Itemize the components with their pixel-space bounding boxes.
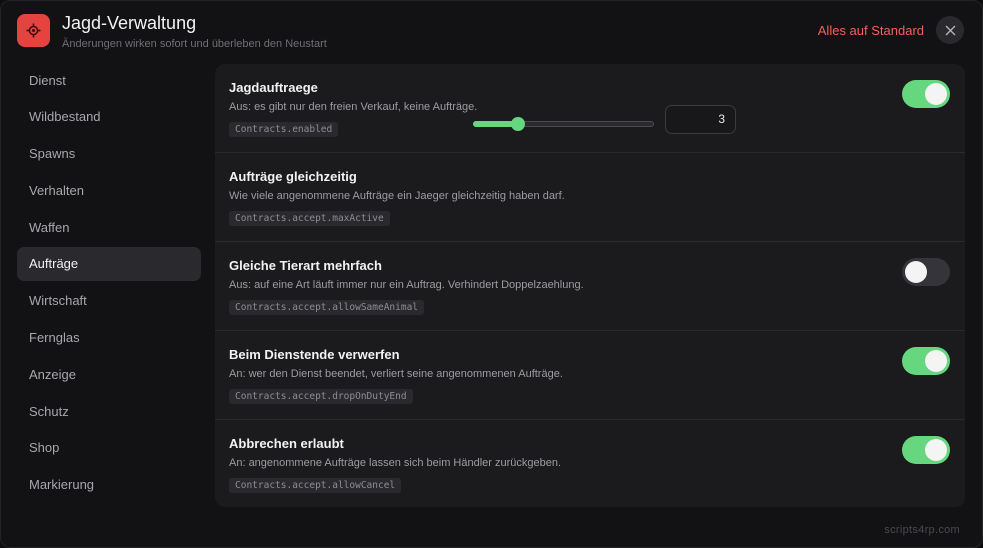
slider-thumb[interactable]: [511, 117, 526, 131]
setting-description: An: wer den Dienst beendet, verliert sei…: [229, 368, 563, 380]
page-title: Jagd-Verwaltung: [62, 13, 197, 33]
app-icon: [17, 14, 50, 47]
sidebar-item-wildbestand[interactable]: Wildbestand: [17, 100, 201, 134]
setting-key-badge: Contracts.enabled: [229, 122, 339, 137]
setting-key-badge: Contracts.accept.allowCancel: [229, 478, 402, 493]
setting-title: Gleiche Tierart mehrfach: [229, 258, 382, 273]
sidebar-item-shop[interactable]: Shop: [17, 431, 201, 465]
max-active-slider[interactable]: [473, 117, 654, 131]
close-icon: [945, 25, 955, 35]
sidebar-item-waffen[interactable]: Waffen: [17, 210, 201, 244]
close-button[interactable]: [936, 16, 964, 44]
sidebar-item-fernglas[interactable]: Fernglas: [17, 321, 201, 355]
setting-description: Wie viele angenommene Aufträge ein Jaege…: [229, 190, 565, 202]
max-active-input[interactable]: 3: [665, 105, 736, 134]
setting-row-max-active: Aufträge gleichzeitig Wie viele angenomm…: [215, 153, 965, 242]
setting-key-badge: Contracts.accept.maxActive: [229, 211, 390, 226]
watermark: scripts4rp.com: [884, 524, 960, 536]
reset-all-button[interactable]: Alles auf Standard: [818, 23, 924, 38]
contracts-enabled-toggle[interactable]: [902, 80, 950, 108]
sidebar-item-schutz[interactable]: Schutz: [17, 394, 201, 428]
setting-row-allow-same-animal: Gleiche Tierart mehrfach Aus: auf eine A…: [215, 242, 965, 331]
sidebar-item-anzeige[interactable]: Anzeige: [17, 357, 201, 391]
allow-cancel-toggle[interactable]: [902, 436, 950, 464]
setting-title: Beim Dienstende verwerfen: [229, 347, 400, 362]
toggle-knob: [925, 350, 947, 372]
sidebar-item-dienst[interactable]: Dienst: [17, 63, 201, 97]
allow-same-animal-toggle[interactable]: [902, 258, 950, 286]
sidebar-item-markierung[interactable]: Markierung: [17, 468, 201, 502]
page-subtitle: Änderungen wirken sofort und überleben d…: [62, 38, 327, 50]
setting-row-allow-cancel: Abbrechen erlaubt An: angenommene Aufträ…: [215, 420, 965, 507]
gear-icon: [26, 23, 41, 38]
setting-row-contracts-enabled: Jagdauftraege Aus: es gibt nur den freie…: [215, 64, 965, 153]
setting-title: Aufträge gleichzeitig: [229, 169, 357, 184]
setting-description: Aus: auf eine Art läuft immer nur ein Au…: [229, 279, 584, 291]
sidebar-item-wirtschaft[interactable]: Wirtschaft: [17, 284, 201, 318]
setting-row-drop-on-duty-end: Beim Dienstende verwerfen An: wer den Di…: [215, 331, 965, 420]
setting-description: An: angenommene Aufträge lassen sich bei…: [229, 457, 562, 469]
sidebar-item-spawns[interactable]: Spawns: [17, 137, 201, 171]
toggle-knob: [925, 83, 947, 105]
settings-window: Jagd-Verwaltung Änderungen wirken sofort…: [0, 0, 983, 548]
sidebar-item-verhalten[interactable]: Verhalten: [17, 173, 201, 207]
setting-key-badge: Contracts.accept.dropOnDutyEnd: [229, 389, 413, 404]
setting-title: Jagdauftraege: [229, 80, 318, 95]
window-header: Jagd-Verwaltung Änderungen wirken sofort…: [1, 1, 982, 61]
toggle-knob: [925, 439, 947, 461]
setting-description: Aus: es gibt nur den freien Verkauf, kei…: [229, 101, 478, 113]
setting-key-badge: Contracts.accept.allowSameAnimal: [229, 300, 425, 315]
setting-title: Abbrechen erlaubt: [229, 436, 344, 451]
sidebar-item-auftraege[interactable]: Aufträge: [17, 246, 201, 281]
drop-on-duty-end-toggle[interactable]: [902, 347, 950, 375]
sidebar-nav: Dienst Wildbestand Spawns Verhalten Waff…: [17, 63, 201, 505]
toggle-knob: [905, 261, 927, 283]
